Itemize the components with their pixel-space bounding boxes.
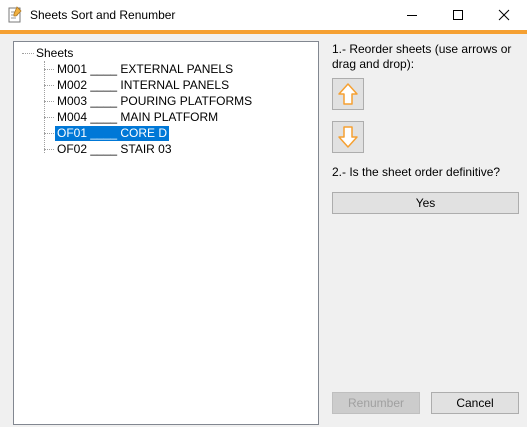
minimize-button[interactable] [389,0,435,30]
definitive-question: 2.- Is the sheet order definitive? [332,165,501,179]
tree-connector [44,101,54,102]
tree-item[interactable]: M004 ____ MAIN PLATFORM [55,110,220,125]
tree-connector [44,117,54,118]
close-button[interactable] [481,0,527,30]
reorder-instruction: 1.- Reorder sheets (use arrows or drag a… [332,42,512,71]
tree-connector [44,85,54,86]
tree-connector [44,149,54,150]
close-icon [498,9,510,21]
cancel-button[interactable]: Cancel [431,392,519,414]
tree-item-selected[interactable]: OF01 ____ CORE D [55,126,170,141]
tree-item[interactable]: M001 ____ EXTERNAL PANELS [55,62,235,77]
tree-connector [22,53,34,54]
tree-item[interactable]: M002 ____ INTERNAL PANELS [55,78,231,93]
window-title: Sheets Sort and Renumber [30,8,176,22]
move-down-button[interactable] [332,121,364,153]
tree-connector [44,133,54,134]
sheets-tree-view[interactable]: Sheets M001 ____ EXTERNAL PANELS M002 ___… [13,41,319,425]
minimize-icon [407,15,417,16]
move-up-button[interactable] [332,78,364,110]
tree-connector [44,61,45,153]
tree-connector [44,69,54,70]
app-document-icon [8,6,22,23]
arrow-down-icon [338,126,358,148]
title-bar[interactable]: Sheets Sort and Renumber [0,0,527,30]
renumber-button[interactable]: Renumber [332,392,420,414]
maximize-button[interactable] [435,0,481,30]
tree-item[interactable]: M003 ____ POURING PLATFORMS [55,94,254,109]
maximize-icon [453,10,463,20]
sheets-sort-renumber-window: Sheets Sort and Renumber Sheets M001 ___… [0,0,527,427]
yes-button[interactable]: Yes [332,192,519,214]
arrow-up-icon [338,83,358,105]
tree-root-sheets[interactable]: Sheets [36,46,73,61]
accent-bar [0,30,527,34]
tree-item[interactable]: OF02 ____ STAIR 03 [55,142,174,157]
